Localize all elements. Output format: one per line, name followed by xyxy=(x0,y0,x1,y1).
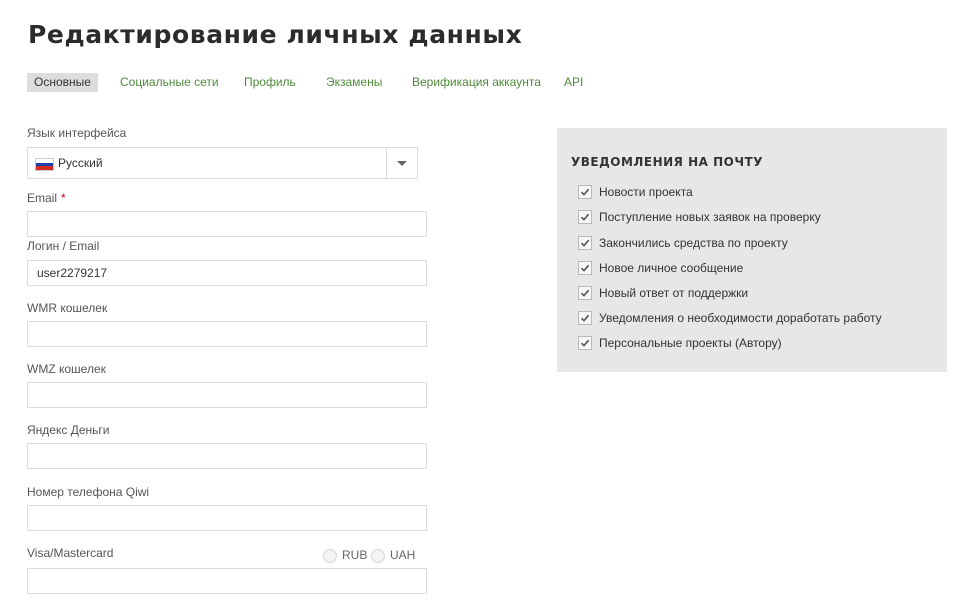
tab-exams[interactable]: Экзамены xyxy=(326,73,382,92)
login-label: Логин / Email xyxy=(27,239,100,253)
card-label: Visa/Mastercard xyxy=(27,546,114,560)
checkbox-checked-icon xyxy=(578,261,592,275)
required-mark: * xyxy=(61,191,66,205)
language-select[interactable]: Русский xyxy=(27,147,418,179)
qiwi-label: Номер телефона Qiwi xyxy=(27,485,150,499)
login-field[interactable] xyxy=(27,260,427,286)
tab-account-verification[interactable]: Верификация аккаунта xyxy=(412,73,541,92)
checkbox-checked-icon xyxy=(578,336,592,350)
tab-basic[interactable]: Основные xyxy=(27,73,98,92)
wmr-label: WMR кошелек xyxy=(27,301,108,315)
card-number-field[interactable] xyxy=(27,568,427,594)
chevron-down-icon xyxy=(397,161,407,166)
qiwi-phone-field[interactable] xyxy=(27,505,427,531)
checkbox-checked-icon xyxy=(578,236,592,250)
checkbox-checked-icon xyxy=(578,210,592,224)
radio-circle-icon xyxy=(323,549,337,563)
tab-social-networks[interactable]: Социальные сети xyxy=(120,73,219,92)
tab-api[interactable]: API xyxy=(564,73,583,92)
checkbox-checked-icon xyxy=(578,286,592,300)
language-select-toggle[interactable] xyxy=(386,148,417,178)
yandex-label: Яндекс Деньги xyxy=(27,423,110,437)
wmz-field[interactable] xyxy=(27,382,427,408)
email-notifications-panel: УВЕДОМЛЕНИЯ НА ПОЧТУ Новости проекта Пос… xyxy=(557,128,947,372)
yandex-money-field[interactable] xyxy=(27,443,427,469)
checkbox-checked-icon xyxy=(578,185,592,199)
tab-profile[interactable]: Профиль xyxy=(244,73,296,92)
language-label: Язык интерфейса xyxy=(27,126,127,140)
email-label: Email * xyxy=(27,191,66,205)
radio-circle-icon xyxy=(371,549,385,563)
page-title: Редактирование личных данных xyxy=(28,20,523,49)
wmz-label: WMZ кошелек xyxy=(27,362,106,376)
wmr-field[interactable] xyxy=(27,321,427,347)
russia-flag-icon xyxy=(35,158,54,171)
checkbox-checked-icon xyxy=(578,311,592,325)
email-field[interactable] xyxy=(27,211,427,237)
notifications-title: УВЕДОМЛЕНИЯ НА ПОЧТУ xyxy=(571,155,763,169)
language-select-value: Русский xyxy=(58,156,103,170)
